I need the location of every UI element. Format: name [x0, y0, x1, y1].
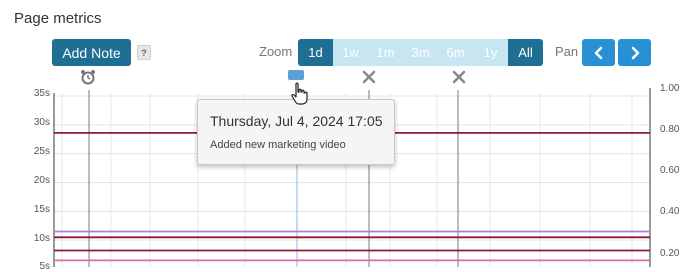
pan-label: Pan: [555, 44, 579, 59]
page-title: Page metrics: [14, 10, 102, 27]
y-left-tick-label: 35s: [33, 88, 50, 99]
alarm-clock-icon[interactable]: [80, 69, 96, 85]
zoom-6m-button[interactable]: 6m: [438, 39, 473, 66]
zoom-all-button[interactable]: All: [508, 39, 543, 66]
tooltip-body: Added new marketing video: [210, 139, 346, 151]
y-right-tick-label: 0.80: [660, 124, 680, 135]
y-right-tick-label: 0.20: [660, 248, 680, 259]
zoom-1y-button[interactable]: 1y: [473, 39, 508, 66]
pan-left-button[interactable]: [582, 39, 615, 66]
y-right-tick-label: 0.60: [660, 165, 680, 176]
chevron-left-icon: [594, 46, 602, 59]
y-right-tick-label: 0.40: [660, 206, 680, 217]
zoom-1m-button[interactable]: 1m: [368, 39, 403, 66]
y-left-tick-label: 20s: [33, 175, 50, 186]
zoom-label: Zoom: [259, 44, 293, 59]
add-note-button[interactable]: Add Note: [52, 39, 131, 66]
y-left-tick-label: 30s: [33, 117, 50, 128]
y-right-tick-label: 1.00: [660, 83, 680, 94]
hand-pointer-icon: [290, 82, 310, 111]
y-left-tick-label: 15s: [33, 204, 50, 215]
x-icon[interactable]: [361, 69, 377, 85]
zoom-1d-button[interactable]: 1d: [298, 39, 333, 66]
y-left-tick-label: 25s: [33, 146, 50, 157]
y-left-tick-label: 10s: [33, 233, 50, 244]
x-icon[interactable]: [451, 69, 467, 85]
tooltip-title: Thursday, Jul 4, 2024 17:05: [210, 113, 383, 129]
help-button[interactable]: ?: [137, 45, 151, 60]
zoom-3m-button[interactable]: 3m: [403, 39, 438, 66]
chevron-right-icon: [631, 46, 639, 59]
zoom-1w-button[interactable]: 1w: [333, 39, 368, 66]
pan-right-button[interactable]: [618, 39, 651, 66]
